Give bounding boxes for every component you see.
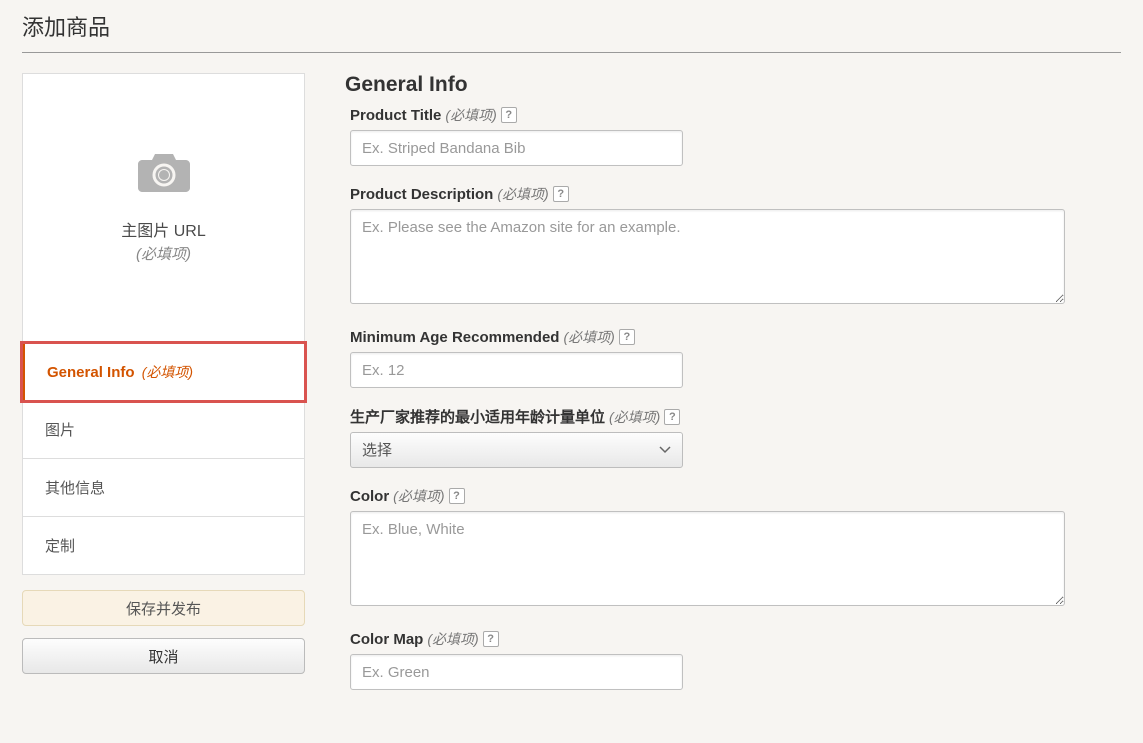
textarea-product-description[interactable]	[350, 209, 1065, 304]
help-icon[interactable]: ?	[449, 488, 465, 504]
field-age-unit: 生产厂家推荐的最小适用年龄计量单位 (必填项) ? 选择	[350, 406, 1101, 468]
camera-icon	[138, 152, 190, 197]
label-text: Product Description	[350, 186, 493, 203]
nav-label: 定制	[45, 538, 75, 555]
label-text: Color	[350, 488, 389, 505]
image-required-label: (必填项)	[136, 243, 191, 264]
help-icon[interactable]: ?	[501, 107, 517, 123]
image-upload-box[interactable]: 主图片 URL (必填项)	[22, 73, 305, 343]
label-age-unit: 生产厂家推荐的最小适用年龄计量单位 (必填项) ?	[350, 406, 1101, 427]
sidebar: 主图片 URL (必填项) General Info (必填项) 图片 其他信息…	[22, 73, 305, 708]
page-title: 添加商品	[22, 10, 1121, 42]
help-icon[interactable]: ?	[619, 329, 635, 345]
input-product-title[interactable]	[350, 130, 683, 166]
nav-general-info[interactable]: General Info (必填项)	[22, 343, 305, 401]
field-product-description: Product Description (必填项) ?	[350, 184, 1101, 309]
nav-other-info[interactable]: 其他信息	[22, 459, 305, 517]
select-age-unit[interactable]: 选择	[350, 432, 683, 468]
nav-label: General Info	[47, 364, 135, 381]
nav-label: 其他信息	[45, 480, 105, 497]
help-icon[interactable]: ?	[553, 186, 569, 202]
sidebar-nav: General Info (必填项) 图片 其他信息 定制	[22, 343, 305, 575]
image-url-label: 主图片 URL	[121, 217, 205, 241]
label-product-description: Product Description (必填项) ?	[350, 184, 1101, 204]
required-text: (必填项)	[609, 407, 660, 427]
main-container: 主图片 URL (必填项) General Info (必填项) 图片 其他信息…	[22, 73, 1121, 708]
label-text: 生产厂家推荐的最小适用年龄计量单位	[350, 406, 605, 427]
label-color-map: Color Map (必填项) ?	[350, 629, 1101, 649]
form-panel: General Info Product Title (必填项) ? Produ…	[345, 73, 1121, 708]
required-text: (必填项)	[427, 629, 478, 649]
title-divider	[22, 52, 1121, 53]
field-product-title: Product Title (必填项) ?	[350, 105, 1101, 166]
label-text: Color Map	[350, 631, 423, 648]
nav-custom[interactable]: 定制	[22, 517, 305, 575]
field-min-age: Minimum Age Recommended (必填项) ?	[350, 327, 1101, 388]
section-title: General Info	[345, 73, 1101, 97]
label-text: Minimum Age Recommended	[350, 329, 559, 346]
label-product-title: Product Title (必填项) ?	[350, 105, 1101, 125]
required-text: (必填项)	[445, 105, 496, 125]
help-icon[interactable]: ?	[483, 631, 499, 647]
required-text: (必填项)	[563, 327, 614, 347]
nav-images[interactable]: 图片	[22, 401, 305, 459]
label-text: Product Title	[350, 107, 441, 124]
help-icon[interactable]: ?	[664, 409, 680, 425]
textarea-color[interactable]	[350, 511, 1065, 606]
label-color: Color (必填项) ?	[350, 486, 1101, 506]
cancel-button[interactable]: 取消	[22, 638, 305, 674]
required-text: (必填项)	[393, 486, 444, 506]
field-color: Color (必填项) ?	[350, 486, 1101, 611]
input-min-age[interactable]	[350, 352, 683, 388]
label-min-age: Minimum Age Recommended (必填项) ?	[350, 327, 1101, 347]
nav-label: 图片	[45, 422, 75, 439]
field-color-map: Color Map (必填项) ?	[350, 629, 1101, 690]
required-text: (必填项)	[497, 184, 548, 204]
nav-required: (必填项)	[142, 364, 193, 380]
input-color-map[interactable]	[350, 654, 683, 690]
select-wrapper: 选择	[350, 432, 683, 468]
save-publish-button[interactable]: 保存并发布	[22, 590, 305, 626]
button-group: 保存并发布 取消	[22, 590, 305, 686]
